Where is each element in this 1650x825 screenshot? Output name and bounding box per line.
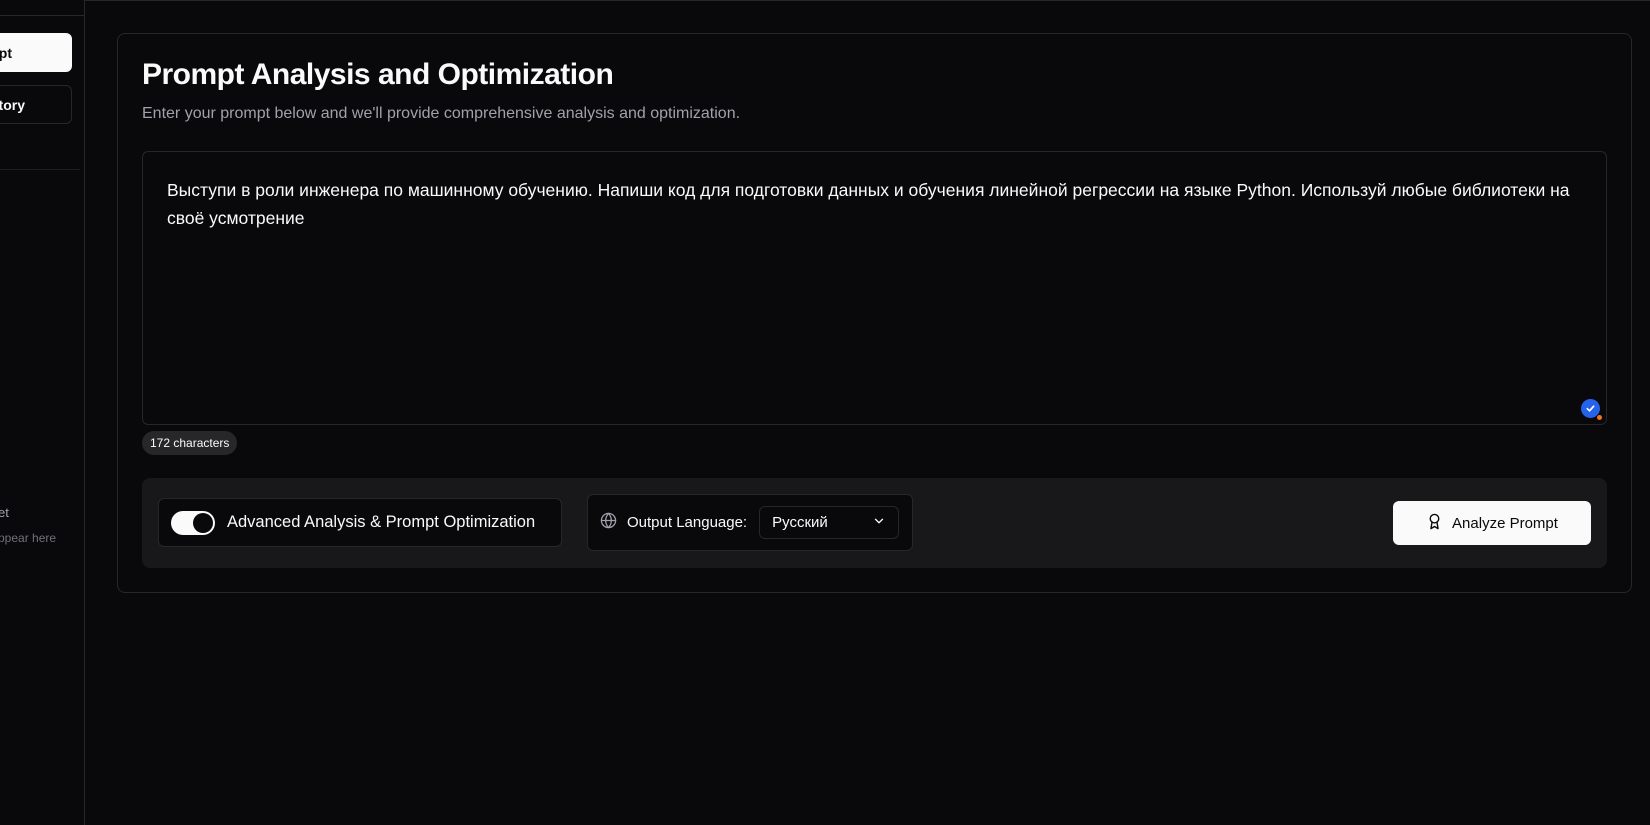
analysis-controls: Advanced Analysis & Prompt Optimization …: [142, 478, 1607, 568]
top-divider: [85, 0, 1650, 1]
sidebar-divider: [0, 169, 80, 170]
prompt-analysis-card: Prompt Analysis and Optimization Enter y…: [117, 33, 1632, 593]
output-language-value: Русский: [772, 514, 828, 531]
advanced-analysis-label: Advanced Analysis & Prompt Optimization: [227, 513, 536, 531]
advanced-analysis-toggle[interactable]: [171, 510, 215, 535]
award-icon: [1426, 513, 1452, 534]
history-button[interactable]: tory: [0, 85, 72, 124]
chevron-down-icon: [872, 514, 886, 532]
prompt-text[interactable]: Выступи в роли инженера по машинному обу…: [167, 176, 1582, 232]
history-button-label: tory: [0, 96, 25, 113]
check-badge-icon[interactable]: [1581, 399, 1603, 421]
output-language-container: Output Language: Русский: [587, 494, 913, 551]
page-subtitle: Enter your prompt below and we'll provid…: [142, 105, 741, 122]
history-empty-title: et: [0, 505, 9, 520]
prompt-textarea[interactable]: Выступи в роли инженера по машинному обу…: [142, 151, 1607, 425]
globe-icon: [600, 512, 617, 534]
toggle-knob: [193, 512, 213, 533]
status-dot: [1596, 414, 1603, 421]
sidebar-header: [0, 0, 84, 16]
new-prompt-button-label: pt: [0, 44, 12, 61]
analyze-prompt-label: Analyze Prompt: [1452, 514, 1558, 532]
character-count-badge: 172 characters: [142, 431, 238, 455]
advanced-analysis-toggle-container: Advanced Analysis & Prompt Optimization: [158, 498, 562, 547]
page-title: Prompt Analysis and Optimization: [142, 58, 614, 91]
sidebar: pt tory et ppear here: [0, 0, 85, 825]
history-empty-subtitle: ppear here: [0, 531, 57, 545]
analyze-prompt-button[interactable]: Analyze Prompt: [1393, 501, 1591, 545]
output-language-label: Output Language:: [627, 514, 748, 531]
new-prompt-button[interactable]: pt: [0, 33, 72, 72]
output-language-select[interactable]: Русский: [759, 506, 900, 539]
